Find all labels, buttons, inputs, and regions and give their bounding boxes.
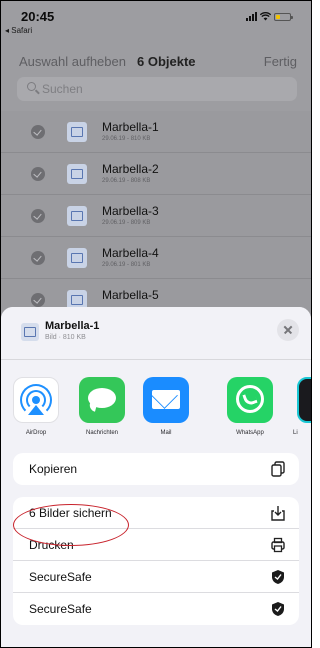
messages-icon: [79, 377, 125, 423]
share-app-row: AirDrop Nachrichten Mail WhatsApp Li: [1, 369, 311, 459]
file-name: Marbella-1: [102, 120, 159, 134]
selection-toolbar: Auswahl aufheben 6 Objekte Fertig: [1, 49, 311, 73]
search-field[interactable]: Suchen: [17, 77, 297, 101]
share-app-messages[interactable]: Nachrichten: [65, 377, 139, 436]
back-to-app-link[interactable]: ◂ Safari: [5, 26, 32, 35]
whatsapp-icon: [227, 377, 273, 423]
selection-count: 6 Objekte: [137, 54, 196, 69]
image-file-icon: [67, 164, 87, 184]
share-app-label: Li: [293, 430, 298, 436]
list-item[interactable]: Marbella-2 29.06.19 - 808 KB: [1, 153, 311, 195]
print-icon: [271, 537, 285, 553]
status-icons: [246, 12, 293, 21]
save-images-icon: [271, 506, 285, 521]
action-label: Drucken: [29, 538, 74, 552]
deselect-all-button[interactable]: Auswahl aufheben: [19, 54, 126, 69]
action-group-copy: Kopieren: [13, 453, 299, 485]
file-meta: 29.06.19 - 809 KB: [102, 220, 151, 226]
battery-level: [276, 14, 280, 19]
divider: [1, 359, 311, 360]
share-sheet-header: Marbella-1 Bild · 810 KB: [1, 307, 311, 357]
cellular-signal-icon: [246, 12, 257, 21]
securesafe-icon: [272, 602, 284, 616]
status-time: 20:45: [21, 9, 55, 24]
list-item[interactable]: Marbella-1 29.06.19 - 810 KB: [1, 111, 311, 153]
search-icon: [27, 82, 36, 91]
share-app-label: Nachrichten: [85, 430, 118, 436]
share-app-airdrop[interactable]: AirDrop: [9, 377, 63, 436]
share-app-whatsapp[interactable]: WhatsApp: [223, 377, 277, 436]
partial-app-icon: [297, 377, 311, 423]
file-name: Marbella-4: [102, 246, 159, 260]
image-file-icon: [67, 122, 87, 142]
action-save-images[interactable]: 6 Bilder sichern: [13, 497, 299, 529]
share-sheet: Marbella-1 Bild · 810 KB AirDrop Nachric…: [1, 307, 311, 647]
file-name: Marbella-5: [102, 288, 159, 302]
selected-checkmark-icon[interactable]: [31, 293, 45, 307]
list-item[interactable]: Marbella-4 29.06.19 - 801 KB: [1, 237, 311, 279]
file-name: Marbella-2: [102, 162, 159, 176]
done-button[interactable]: Fertig: [264, 54, 297, 69]
image-file-icon: [21, 323, 39, 341]
file-meta: 29.06.19 - 801 KB: [102, 262, 151, 268]
status-bar: 20:45 ◂ Safari: [1, 1, 311, 37]
share-app-mail[interactable]: Mail: [139, 377, 193, 436]
phone-screen: 20:45 ◂ Safari Auswahl aufheben 6 Objekt…: [0, 0, 312, 648]
action-copy[interactable]: Kopieren: [13, 453, 299, 485]
image-file-icon: [67, 206, 87, 226]
file-meta: 29.06.19 - 808 KB: [102, 178, 151, 184]
share-app-label: AirDrop: [25, 430, 47, 436]
action-label: 6 Bilder sichern: [29, 506, 112, 520]
copy-icon: [271, 461, 285, 477]
share-sheet-title: Marbella-1: [45, 320, 100, 332]
share-sheet-subtitle: Bild · 810 KB: [45, 334, 86, 341]
search-placeholder: Suchen: [42, 82, 83, 96]
close-icon[interactable]: [277, 319, 299, 341]
selected-checkmark-icon[interactable]: [31, 167, 45, 181]
share-app-label: WhatsApp: [236, 430, 264, 436]
action-group-main: 6 Bilder sichern Drucken SecureSafe Secu…: [13, 497, 299, 625]
file-name: Marbella-3: [102, 204, 159, 218]
selected-checkmark-icon[interactable]: [31, 209, 45, 223]
airdrop-icon: [13, 377, 59, 423]
battery-icon: [274, 12, 293, 21]
wifi-icon: [260, 12, 271, 21]
action-print[interactable]: Drucken: [13, 529, 299, 561]
share-app-partial[interactable]: Li: [293, 377, 311, 436]
action-label: Kopieren: [29, 462, 78, 476]
securesafe-icon: [272, 570, 284, 584]
files-app-background: 20:45 ◂ Safari Auswahl aufheben 6 Objekt…: [1, 1, 311, 341]
action-label: SecureSafe: [29, 602, 92, 616]
file-list: Marbella-1 29.06.19 - 810 KB Marbella-2 …: [1, 111, 311, 321]
list-item[interactable]: Marbella-3 29.06.19 - 809 KB: [1, 195, 311, 237]
mail-icon: [143, 377, 189, 423]
selected-checkmark-icon[interactable]: [31, 251, 45, 265]
file-meta: 29.06.19 - 810 KB: [102, 136, 151, 142]
action-securesafe[interactable]: SecureSafe: [13, 593, 299, 625]
image-file-icon: [67, 248, 87, 268]
action-label: SecureSafe: [29, 570, 92, 584]
share-app-label: Mail: [160, 430, 172, 436]
selected-checkmark-icon[interactable]: [31, 125, 45, 139]
action-securesafe[interactable]: SecureSafe: [13, 561, 299, 593]
